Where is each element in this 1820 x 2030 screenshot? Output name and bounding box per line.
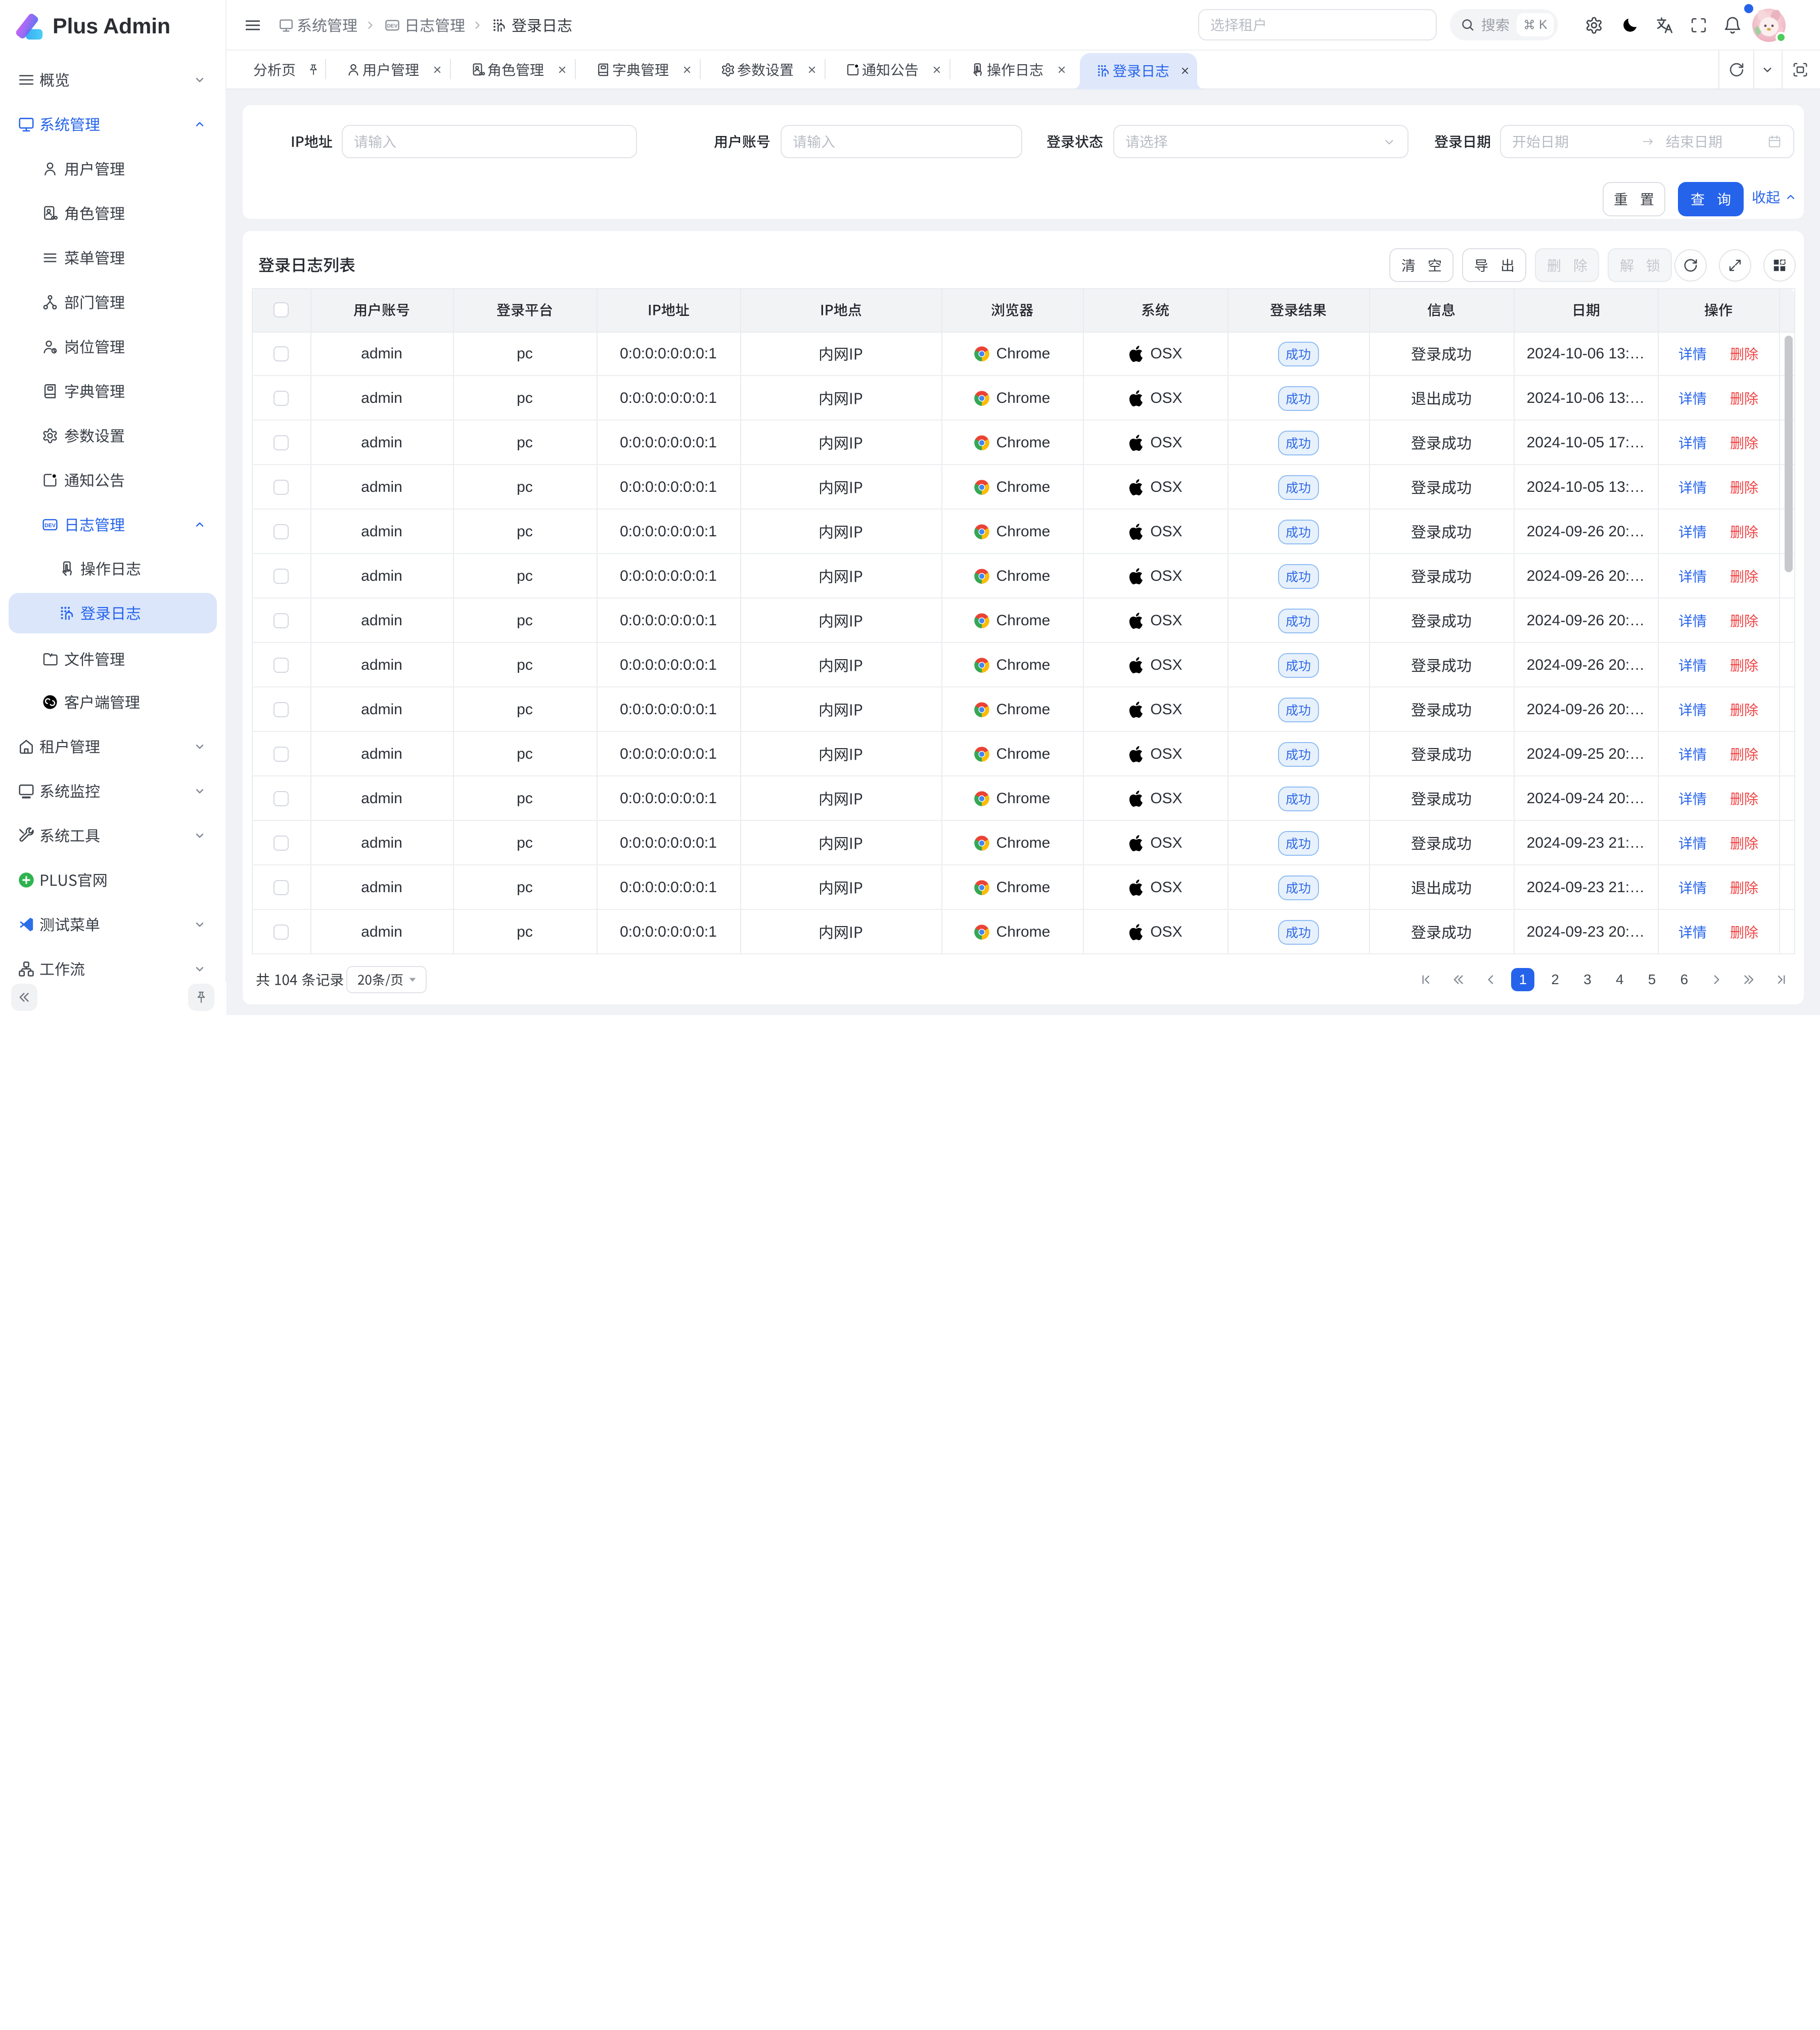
svg-text:DEV: DEV <box>387 24 398 29</box>
svg-text:DEV: DEV <box>44 523 56 529</box>
